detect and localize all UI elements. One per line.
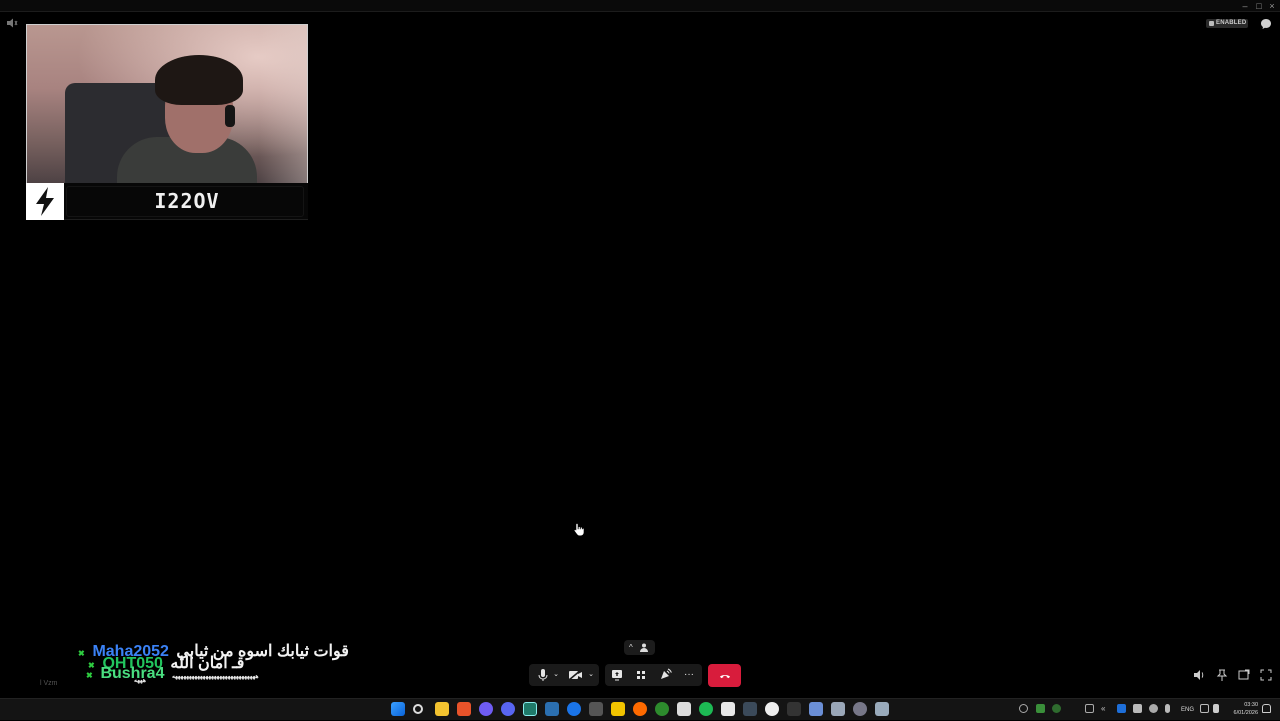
title-bar: – □ × [0, 0, 1280, 12]
rockstar-icon[interactable] [611, 702, 625, 716]
epic-games-icon[interactable] [721, 702, 735, 716]
maximize-button[interactable]: □ [1254, 1, 1264, 11]
media-controls: ⌄ ⌄ [529, 664, 599, 686]
hand-cursor-icon [573, 523, 585, 536]
disconnect-button[interactable] [708, 664, 741, 687]
app-icon[interactable] [787, 702, 801, 716]
speaker-icon[interactable] [6, 18, 18, 28]
search-icon[interactable] [413, 704, 423, 714]
call-window: – □ × ENABLED I22OV ^ ⌄ ⌄ ··· l Vzm [0, 0, 1280, 698]
participant-name: I22OV [154, 189, 220, 213]
more-button[interactable]: ··· [679, 664, 699, 686]
popout-icon[interactable] [1237, 668, 1251, 682]
chat-badge-icon: ✖ [86, 671, 93, 680]
volume-tray-icon[interactable] [1213, 704, 1219, 713]
active-app-icon[interactable] [523, 702, 537, 716]
xbox-icon[interactable] [655, 702, 669, 716]
volume-icon[interactable] [1192, 668, 1206, 682]
phone-hangup-icon [719, 675, 730, 679]
browser-icon[interactable] [567, 702, 581, 716]
app-icon[interactable] [479, 702, 493, 716]
screen-share-icon[interactable] [607, 664, 627, 686]
tray-icon[interactable] [1019, 704, 1028, 713]
app-icon[interactable] [831, 702, 845, 716]
chevron-up-icon: ^ [629, 643, 633, 652]
settings-gear-icon[interactable] [853, 702, 867, 716]
network-icon[interactable] [1200, 704, 1209, 713]
tray-icon[interactable] [1052, 704, 1061, 713]
participant-nameplate: I22OV [26, 183, 308, 220]
terminal-icon[interactable] [589, 702, 603, 716]
taskbar: « ENG 03:30 6/01/2026 [0, 698, 1280, 720]
tray-bluetooth-icon[interactable] [1117, 704, 1126, 713]
fullscreen-icon[interactable] [1259, 668, 1273, 682]
mic-options-chevron-icon[interactable]: ⌄ [549, 664, 563, 686]
chat-badge-icon: ✖ [78, 649, 85, 658]
chat-username: Bushra4 [100, 665, 165, 682]
participants-icon [640, 643, 648, 652]
app-icon[interactable] [875, 702, 889, 716]
firefox-icon[interactable] [633, 702, 647, 716]
close-button[interactable]: × [1267, 1, 1277, 11]
telegram-icon[interactable] [545, 702, 559, 716]
video-light [259, 25, 307, 183]
camera-off-icon[interactable] [565, 664, 585, 686]
status-badge: ENABLED [1206, 19, 1248, 28]
status-dot-icon [1209, 21, 1214, 26]
pin-icon[interactable] [1215, 668, 1229, 682]
tray-icon[interactable] [1085, 704, 1094, 713]
notification-bell-icon[interactable] [1262, 704, 1271, 713]
chat-continuation: هههه [134, 678, 146, 684]
participant-video[interactable] [26, 24, 308, 184]
clock-time: 03:30 [1244, 702, 1258, 708]
file-explorer-icon[interactable] [435, 702, 449, 716]
app-icon[interactable] [743, 702, 757, 716]
expand-participants-button[interactable]: ^ [624, 640, 655, 655]
language-indicator[interactable]: ENG [1181, 699, 1194, 721]
app-icon[interactable] [809, 702, 823, 716]
apps-grid-icon[interactable] [631, 664, 651, 686]
video-person-hair [155, 55, 243, 105]
chrome-icon[interactable] [765, 702, 779, 716]
chat-bubble-icon[interactable] [1260, 18, 1272, 30]
soundboard-icon[interactable] [655, 664, 675, 686]
tray-icon[interactable]: « [1101, 704, 1110, 713]
brave-browser-icon[interactable] [457, 702, 471, 716]
spotify-icon[interactable] [699, 702, 713, 716]
activity-controls: ··· [605, 664, 702, 686]
chat-text: ههههههههههههههههههههههههههههههه [171, 674, 259, 680]
windows-start-icon[interactable] [391, 702, 405, 716]
clock-date: 6/01/2026 [1233, 710, 1258, 716]
status-badge-label: ENABLED [1216, 20, 1247, 26]
viewer-tag: l Vzm [40, 680, 58, 687]
video-headset [225, 105, 235, 127]
chat-message: ✖ Bushra4 هههههههههههههههههههههههههههههه… [86, 665, 259, 683]
camera-options-chevron-icon[interactable]: ⌄ [584, 664, 598, 686]
tray-steam-icon[interactable] [1149, 704, 1158, 713]
tray-microphone-icon[interactable] [1165, 704, 1170, 713]
minimize-button[interactable]: – [1240, 1, 1250, 11]
discord-icon[interactable] [501, 702, 515, 716]
lightning-logo-icon [26, 183, 64, 220]
app-x-icon[interactable] [677, 702, 691, 716]
clock[interactable]: 03:30 6/01/2026 [1228, 701, 1258, 717]
tray-nvidia-icon[interactable] [1036, 704, 1045, 713]
tray-icon[interactable] [1133, 704, 1142, 713]
